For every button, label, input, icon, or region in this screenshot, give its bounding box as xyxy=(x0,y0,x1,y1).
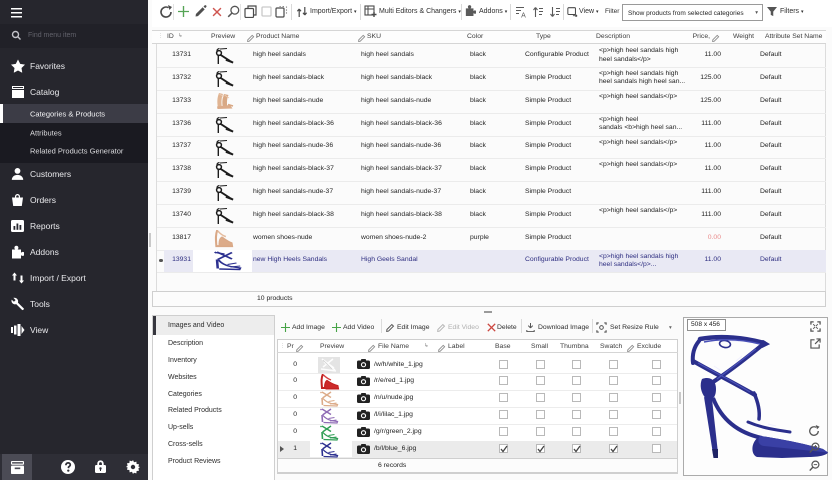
svg-text:A: A xyxy=(521,13,526,19)
